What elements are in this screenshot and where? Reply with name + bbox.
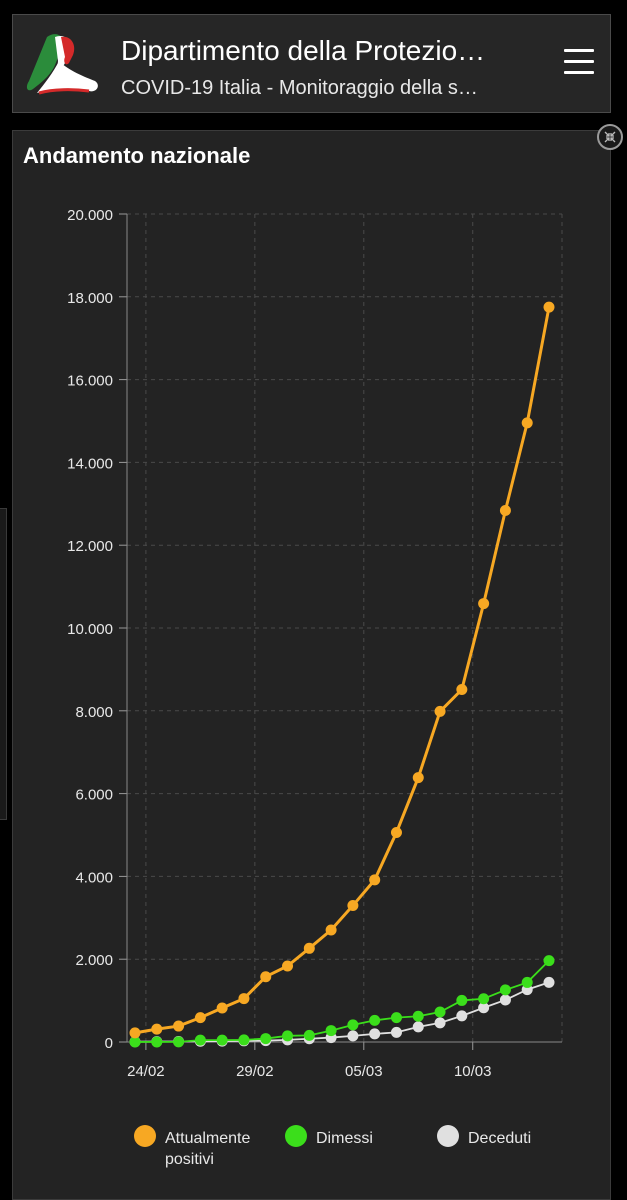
- collapse-icon[interactable]: [597, 124, 623, 150]
- panel-title: Andamento nazionale: [23, 143, 251, 168]
- side-panel-handle[interactable]: [0, 508, 7, 820]
- chart-panel: Andamento nazionale: [12, 130, 611, 1200]
- hamburger-menu-icon[interactable]: [564, 49, 594, 77]
- app-header: Dipartimento della Protezio… COVID-19 It…: [12, 14, 611, 113]
- app-title: Dipartimento della Protezio…: [121, 35, 486, 66]
- app-subtitle: COVID-19 Italia - Monitoraggio della s…: [121, 77, 478, 99]
- protezione-civile-logo: [26, 34, 98, 95]
